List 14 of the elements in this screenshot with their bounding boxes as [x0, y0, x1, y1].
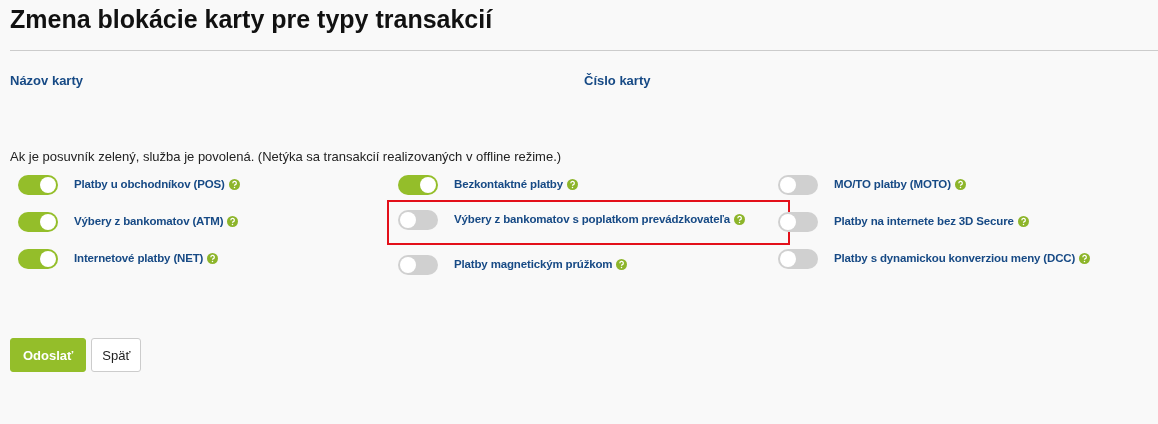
toggle-label: Platby magnetickým prúžkom — [454, 257, 613, 272]
field-label: Názov karty — [10, 73, 84, 90]
info-text: Ak je posuvník zelený, služba je povolená. (Netýka sa transakcií realizovaných v offline režime.) — [10, 149, 563, 166]
toggle-label: Výbery z bankomatov (ATM) — [74, 214, 224, 229]
toggle-label: Platby s dynamickou konverziou meny (DCC) — [834, 251, 1076, 266]
toggle-label: Internetové platby (NET) — [74, 251, 204, 266]
page-title: Zmena blokácie karty pre typy transakcií — [10, 4, 494, 35]
toggle-label: Platby na internete bez 3D Secure — [834, 214, 1014, 229]
field-label: Číslo karty — [584, 73, 652, 90]
toggle-label: Platby u obchodníkov (POS) — [74, 177, 225, 192]
toggle-label: MO/TO platby (MOTO) — [834, 177, 951, 192]
toggle-label: Bezkontaktné platby — [454, 177, 563, 192]
toggle-label: Výbery z bankomatov s poplatkom prevádzkovateľa — [454, 212, 731, 227]
back-button[interactable]: Späť — [91, 338, 142, 372]
